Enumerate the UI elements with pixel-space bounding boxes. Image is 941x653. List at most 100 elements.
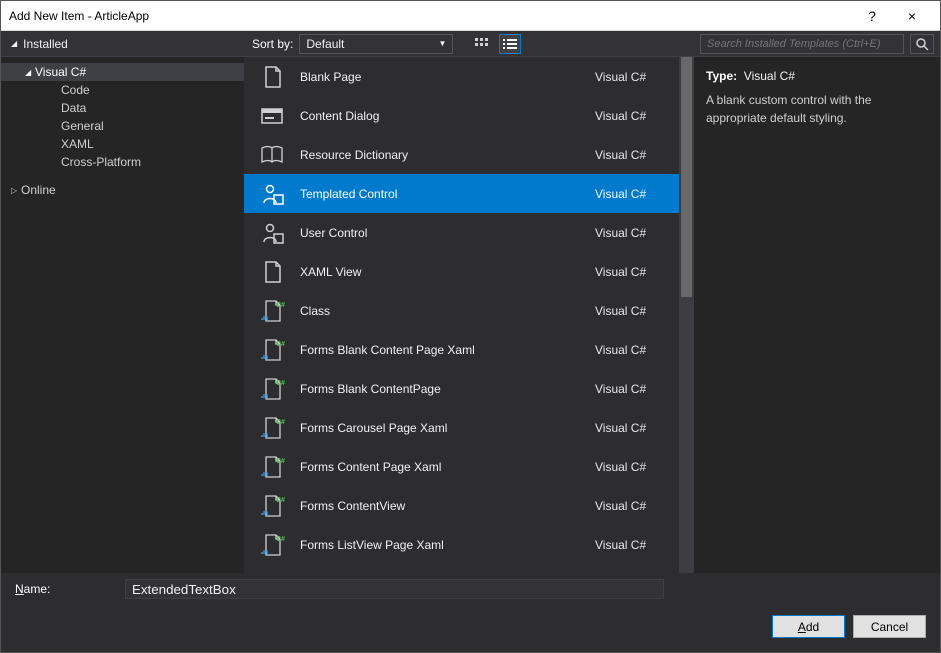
template-item[interactable]: C#Forms Carousel Page XamlVisual C# bbox=[244, 408, 679, 447]
template-toolbar: Sort by: Default ▼ bbox=[244, 31, 694, 57]
template-language: Visual C# bbox=[595, 382, 665, 396]
svg-text:C#: C# bbox=[276, 380, 285, 387]
name-row: Name: bbox=[15, 579, 926, 599]
doc-icon bbox=[258, 63, 286, 91]
dialog-icon bbox=[258, 102, 286, 130]
name-label: Name: bbox=[15, 582, 115, 596]
template-name: Templated Control bbox=[300, 187, 581, 201]
details-body: Type: Visual C# A blank custom control w… bbox=[694, 57, 940, 137]
cancel-button[interactable]: Cancel bbox=[853, 615, 926, 638]
template-name: Blank Page bbox=[300, 70, 581, 84]
details-pane: Type: Visual C# A blank custom control w… bbox=[694, 31, 940, 573]
template-item[interactable]: Resource DictionaryVisual C# bbox=[244, 135, 679, 174]
template-language: Visual C# bbox=[595, 187, 665, 201]
template-language: Visual C# bbox=[595, 538, 665, 552]
template-item[interactable]: Content Dialog Visual C# bbox=[244, 96, 679, 135]
svg-text:C#: C# bbox=[276, 458, 285, 465]
view-large-icons-button[interactable] bbox=[471, 34, 493, 54]
tree-item-label: Code bbox=[61, 83, 90, 97]
svg-text:C#: C# bbox=[276, 302, 285, 309]
template-name: Resource Dictionary bbox=[300, 148, 581, 162]
template-name: Content Dialog bbox=[300, 109, 581, 123]
tree-item-label: General bbox=[61, 119, 104, 133]
template-name: Forms Content Page Xaml bbox=[300, 460, 581, 474]
template-item[interactable]: XAML ViewVisual C# bbox=[244, 252, 679, 291]
template-item[interactable]: C# Class Visual C# bbox=[244, 291, 679, 330]
search-button[interactable] bbox=[910, 34, 934, 54]
type-line: Type: Visual C# bbox=[706, 67, 928, 85]
template-item[interactable]: C#Forms ListView Page XamlVisual C# bbox=[244, 525, 679, 564]
chevron-down-icon: ◢ bbox=[11, 39, 17, 48]
csdoc-icon: C# bbox=[258, 531, 286, 559]
scrollbar[interactable] bbox=[679, 57, 694, 573]
name-input[interactable] bbox=[125, 579, 664, 599]
template-item[interactable]: C# Forms Blank Content Page Xaml Visual C# bbox=[244, 330, 679, 369]
control-icon bbox=[258, 219, 286, 247]
sidebar: ◢ Installed ◢Visual C#CodeDataGeneralXAM… bbox=[1, 31, 244, 573]
dialog-window: Add New Item - ArticleApp ? × ◢ Installe… bbox=[0, 0, 941, 653]
view-list-button[interactable] bbox=[499, 34, 521, 54]
svg-text:C#: C# bbox=[276, 497, 285, 504]
scroll-thumb[interactable] bbox=[681, 57, 692, 297]
sort-dropdown[interactable]: Default ▼ bbox=[299, 34, 453, 54]
csdoc-icon: C# bbox=[258, 297, 286, 325]
template-item[interactable]: User ControlVisual C# bbox=[244, 213, 679, 252]
search-input[interactable] bbox=[700, 34, 904, 54]
csdoc-icon: C# bbox=[258, 453, 286, 481]
template-language: Visual C# bbox=[595, 109, 665, 123]
template-language: Visual C# bbox=[595, 343, 665, 357]
template-name: Forms Carousel Page Xaml bbox=[300, 421, 581, 435]
dialog-content: ◢ Installed ◢Visual C#CodeDataGeneralXAM… bbox=[1, 31, 940, 652]
template-language: Visual C# bbox=[595, 460, 665, 474]
doc-icon bbox=[258, 258, 286, 286]
csdoc-icon: C# bbox=[258, 414, 286, 442]
template-name: Forms ContentView bbox=[300, 499, 581, 513]
tree-item[interactable]: ▷Online bbox=[1, 181, 244, 199]
sort-value: Default bbox=[306, 37, 344, 51]
svg-text:C#: C# bbox=[276, 536, 285, 543]
tree-chevron-icon: ▷ bbox=[11, 186, 21, 195]
template-item[interactable]: Blank Page Visual C# bbox=[244, 57, 679, 96]
tree-item[interactable]: Data bbox=[1, 99, 244, 117]
templates-container: Blank Page Visual C# Content Dialog Visual … bbox=[244, 57, 694, 573]
titlebar: Add New Item - ArticleApp ? × bbox=[1, 1, 940, 31]
csdoc-icon: C# bbox=[258, 336, 286, 364]
svg-text:C#: C# bbox=[276, 419, 285, 426]
tree-item[interactable]: General bbox=[1, 117, 244, 135]
template-item[interactable]: C# Forms Blank ContentPage Visual C# bbox=[244, 369, 679, 408]
svg-text:C#: C# bbox=[276, 341, 285, 348]
help-button[interactable]: ? bbox=[852, 8, 892, 24]
tree-item-label: Cross-Platform bbox=[61, 155, 141, 169]
csdoc-icon: C# bbox=[258, 375, 286, 403]
template-language: Visual C# bbox=[595, 70, 665, 84]
template-language: Visual C# bbox=[595, 499, 665, 513]
tree-item[interactable]: Cross-Platform bbox=[1, 153, 244, 171]
sort-label: Sort by: bbox=[252, 37, 293, 51]
templates-list[interactable]: Blank Page Visual C# Content Dialog Visual … bbox=[244, 57, 679, 573]
template-name: Forms Blank Content Page Xaml bbox=[300, 343, 581, 357]
add-button[interactable]: Add bbox=[772, 615, 845, 638]
template-language: Visual C# bbox=[595, 304, 665, 318]
tree-item-label: Visual C# bbox=[35, 65, 86, 79]
template-name: Class bbox=[300, 304, 581, 318]
tree-item-label: Data bbox=[61, 101, 86, 115]
type-label: Type: bbox=[706, 69, 737, 83]
tree-item[interactable]: ◢Visual C# bbox=[1, 63, 244, 81]
sidebar-header[interactable]: ◢ Installed bbox=[1, 31, 244, 57]
category-tree: ◢Visual C# Code Data General XAML Cross-Platf… bbox=[1, 57, 244, 205]
details-toolbar bbox=[694, 31, 940, 57]
template-name: Forms Blank ContentPage bbox=[300, 382, 581, 396]
template-item[interactable]: C# Forms ContentView Visual C# bbox=[244, 486, 679, 525]
template-item[interactable]: C# Forms Content Page Xaml Visual C# bbox=[244, 447, 679, 486]
close-button[interactable]: × bbox=[892, 8, 932, 24]
chevron-down-icon: ▼ bbox=[438, 39, 446, 48]
tree-item[interactable]: Code bbox=[1, 81, 244, 99]
footer: Name: Add Cancel bbox=[1, 573, 940, 652]
tree-item[interactable]: XAML bbox=[1, 135, 244, 153]
book-icon bbox=[258, 141, 286, 169]
tree-item-label: Online bbox=[21, 183, 56, 197]
template-name: XAML View bbox=[300, 265, 581, 279]
control-icon bbox=[258, 180, 286, 208]
template-item[interactable]: Templated Control Visual C# bbox=[244, 174, 679, 213]
csdoc-icon: C# bbox=[258, 492, 286, 520]
